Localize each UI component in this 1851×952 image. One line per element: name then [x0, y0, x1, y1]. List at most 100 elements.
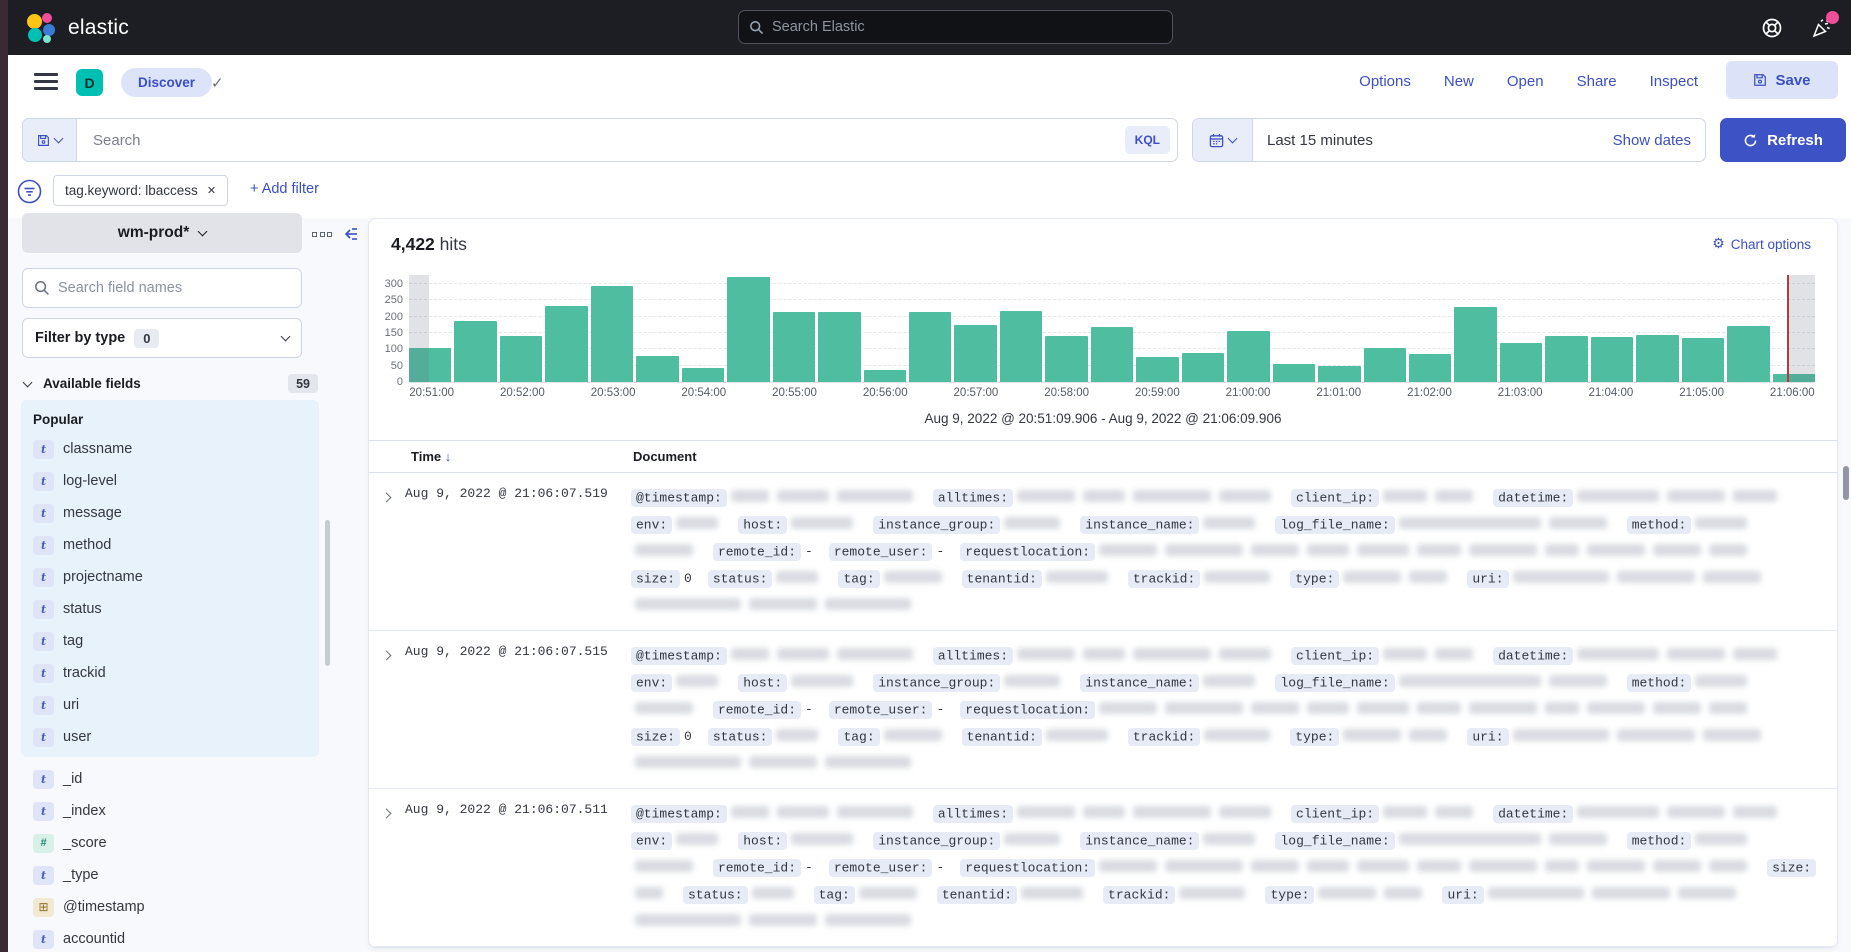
histogram-bar[interactable]	[682, 368, 724, 382]
show-dates-link[interactable]: Show dates	[1613, 132, 1705, 149]
field-name-chip: requestlocation:	[960, 543, 1095, 561]
text-field-icon: t	[33, 866, 54, 885]
chart-options-button[interactable]: ⚙ Chart options	[1712, 236, 1811, 252]
global-search-input[interactable]	[772, 19, 1162, 35]
expand-row-icon[interactable]	[383, 642, 405, 777]
histogram-bar[interactable]	[818, 312, 860, 382]
filter-menu-icon[interactable]	[16, 178, 43, 205]
histogram-bar[interactable]	[1091, 327, 1133, 382]
field-item-status[interactable]: tstatus	[33, 593, 319, 625]
histogram-bar[interactable]	[1636, 335, 1678, 382]
date-quick-menu-button[interactable]	[1193, 119, 1253, 161]
global-search-bar[interactable]	[738, 10, 1173, 44]
field-list-options-icon[interactable]	[312, 232, 332, 237]
field-item-accountid[interactable]: taccountid	[33, 923, 319, 952]
expand-row-icon[interactable]	[383, 800, 405, 935]
nav-link-new[interactable]: New	[1444, 73, 1474, 90]
histogram-bar[interactable]	[1273, 364, 1315, 382]
field-item-_type[interactable]: t_type	[33, 859, 319, 891]
field-item-trackid[interactable]: ttrackid	[33, 657, 319, 689]
histogram-bar[interactable]	[773, 312, 815, 382]
doc-field-tag: tag:	[838, 571, 945, 586]
histogram-plot[interactable]: 050100150200250300	[409, 275, 1815, 383]
histogram-bar[interactable]	[545, 306, 587, 382]
histogram-bar[interactable]	[1227, 331, 1269, 382]
chevron-down-icon[interactable]	[23, 377, 33, 387]
histogram-bar[interactable]	[1591, 337, 1633, 382]
redacted-value	[1733, 490, 1777, 502]
saved-query-menu-button[interactable]	[23, 119, 77, 161]
field-item-_score[interactable]: #_score	[33, 827, 319, 859]
field-item-@timestamp[interactable]: ⊞@timestamp	[33, 891, 319, 923]
histogram-bar[interactable]	[1136, 357, 1178, 382]
histogram-bar[interactable]	[1045, 336, 1087, 382]
elastic-brand[interactable]: elastic	[26, 13, 129, 43]
field-item-_index[interactable]: t_index	[33, 795, 319, 827]
nav-link-inspect[interactable]: Inspect	[1650, 73, 1698, 90]
field-item-projectname[interactable]: tprojectname	[33, 561, 319, 593]
add-filter-link[interactable]: + Add filter	[250, 181, 319, 197]
histogram-bar[interactable]	[1682, 338, 1724, 382]
nav-link-share[interactable]: Share	[1577, 73, 1617, 90]
nav-link-options[interactable]: Options	[1359, 73, 1411, 90]
expand-row-icon[interactable]	[383, 484, 405, 619]
field-name-chip: env:	[631, 674, 672, 692]
histogram-bar[interactable]	[1454, 307, 1496, 382]
histogram-bar[interactable]	[1409, 354, 1451, 382]
histogram-bar[interactable]	[500, 336, 542, 382]
histogram-bar[interactable]	[1500, 343, 1542, 382]
histogram-bar[interactable]	[1364, 348, 1406, 382]
y-axis-tick-label: 50	[371, 360, 403, 372]
histogram-bar[interactable]	[1727, 326, 1769, 382]
field-item-classname[interactable]: tclassname	[33, 433, 319, 465]
sidebar-scrollbar[interactable]	[325, 520, 330, 666]
histogram-bar[interactable]	[454, 321, 496, 382]
field-item-uri[interactable]: turi	[33, 689, 319, 721]
histogram-bar[interactable]	[1318, 366, 1360, 382]
field-item-log-level[interactable]: tlog-level	[33, 465, 319, 497]
redacted-value	[1399, 517, 1541, 529]
histogram-bar[interactable]	[864, 370, 906, 382]
kql-language-button[interactable]: KQL	[1125, 126, 1170, 154]
time-column-header[interactable]: Time ↓	[411, 449, 633, 464]
save-button[interactable]: Save	[1726, 61, 1838, 99]
menu-icon[interactable]	[34, 73, 58, 90]
field-search-input[interactable]	[58, 280, 290, 296]
breadcrumb[interactable]: Discover	[121, 68, 212, 97]
filter-by-type-select[interactable]: Filter by type 0	[22, 318, 302, 358]
nav-link-open[interactable]: Open	[1507, 73, 1544, 90]
histogram-bar[interactable]	[909, 312, 951, 382]
field-item-_id[interactable]: t_id	[33, 763, 319, 795]
x-axis-tick-label: 20:53:00	[591, 387, 636, 399]
collapse-sidebar-icon[interactable]	[342, 225, 360, 243]
page-scrollbar[interactable]	[1843, 466, 1849, 500]
redacted-value	[1357, 544, 1409, 556]
refresh-button[interactable]: Refresh	[1720, 118, 1846, 162]
time-range-value[interactable]: Last 15 minutes	[1253, 132, 1613, 149]
x-axis-tick-label: 20:57:00	[954, 387, 999, 399]
histogram-bar[interactable]	[1545, 336, 1587, 382]
news-feed-icon[interactable]	[1809, 15, 1835, 41]
histogram-bar[interactable]	[954, 325, 996, 382]
filter-pill[interactable]: tag.keyword: lbaccess ✕	[53, 175, 228, 206]
check-icon[interactable]: ✓	[211, 74, 224, 92]
redacted-value	[635, 702, 693, 714]
remove-filter-icon[interactable]: ✕	[207, 184, 216, 197]
histogram-bar[interactable]	[1000, 311, 1042, 382]
field-item-tag[interactable]: ttag	[33, 625, 319, 657]
field-value: 0	[684, 729, 692, 744]
redacted-value	[1133, 490, 1211, 502]
help-icon[interactable]	[1759, 15, 1785, 41]
doc-field-tag: tag:	[838, 729, 945, 744]
index-pattern-selector[interactable]: wm-prod*	[22, 213, 302, 253]
query-search-input[interactable]	[77, 132, 1125, 149]
field-item-method[interactable]: tmethod	[33, 529, 319, 561]
field-item-message[interactable]: tmessage	[33, 497, 319, 529]
field-search-box[interactable]	[22, 268, 302, 308]
field-name-chip: method:	[1627, 674, 1692, 692]
field-item-user[interactable]: tuser	[33, 721, 319, 753]
histogram-bar[interactable]	[727, 277, 769, 382]
histogram-bar[interactable]	[1182, 353, 1224, 382]
histogram-bar[interactable]	[636, 356, 678, 382]
histogram-bar[interactable]	[591, 286, 633, 382]
